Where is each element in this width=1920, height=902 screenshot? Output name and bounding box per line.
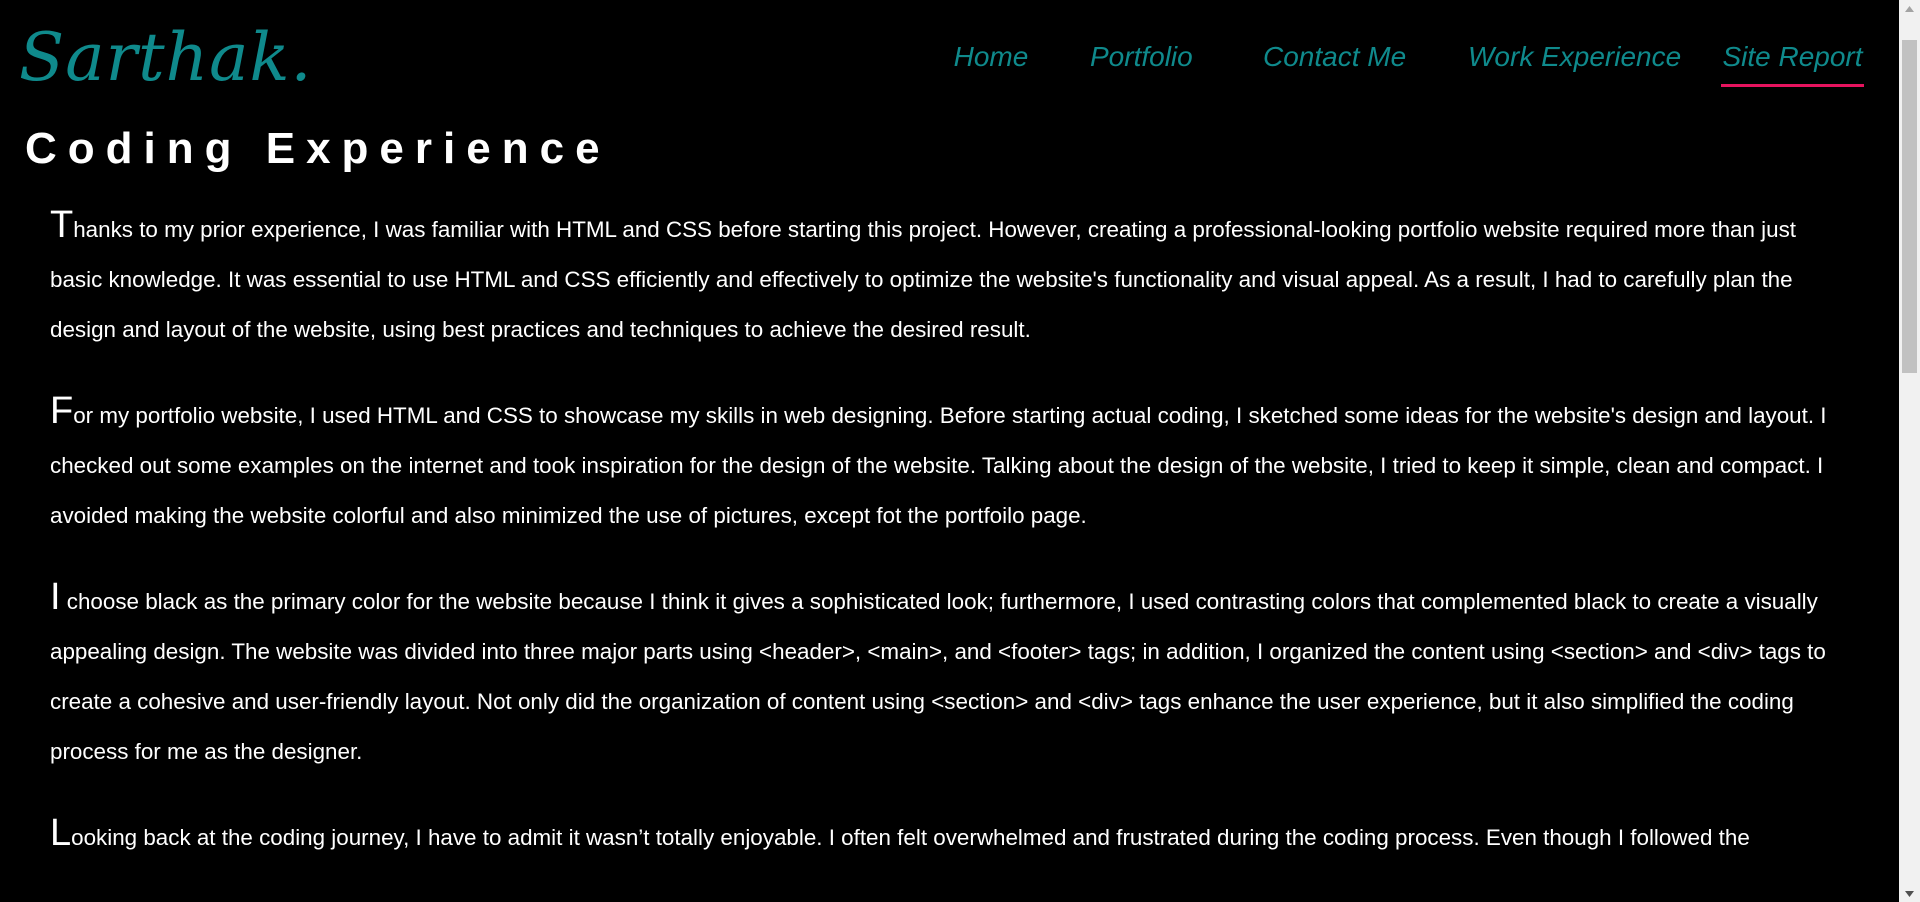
drop-letter: L [50, 812, 72, 854]
site-header: Sarthak. Home Portfolio Contact Me Work … [0, 0, 1899, 100]
drop-letter: F [50, 390, 74, 432]
drop-letter: T [50, 204, 74, 246]
drop-letter: I [50, 576, 61, 618]
vertical-scrollbar[interactable] [1899, 0, 1920, 902]
paragraph-text: hanks to my prior experience, I was fami… [50, 217, 1797, 342]
article-body: Thanks to my prior experience, I was fam… [50, 205, 1850, 899]
nav-contact-me[interactable]: Contact Me [1263, 36, 1406, 84]
paragraph-text: ooking back at the coding journey, I hav… [71, 825, 1750, 850]
main-nav: Home Portfolio Contact Me Work Experienc… [0, 36, 1899, 90]
scroll-thumb[interactable] [1902, 40, 1917, 373]
scroll-down-arrow-icon[interactable] [1899, 885, 1920, 902]
scroll-up-arrow-icon[interactable] [1899, 0, 1920, 17]
nav-home[interactable]: Home [948, 36, 1034, 84]
nav-site-report[interactable]: Site Report [1721, 36, 1864, 87]
paragraph-3: I choose black as the primary color for … [50, 577, 1850, 777]
nav-work-experience[interactable]: Work Experience [1468, 36, 1681, 84]
paragraph-text: choose black as the primary color for th… [50, 589, 1826, 764]
paragraph-text: or my portfolio website, I used HTML and… [50, 403, 1827, 528]
nav-portfolio[interactable]: Portfolio [1090, 36, 1193, 84]
page-title: Coding Experience [25, 124, 611, 173]
page: Sarthak. Home Portfolio Contact Me Work … [0, 0, 1899, 902]
paragraph-1: Thanks to my prior experience, I was fam… [50, 205, 1850, 355]
paragraph-2: For my portfolio website, I used HTML an… [50, 391, 1850, 541]
paragraph-4: Looking back at the coding journey, I ha… [50, 813, 1850, 863]
